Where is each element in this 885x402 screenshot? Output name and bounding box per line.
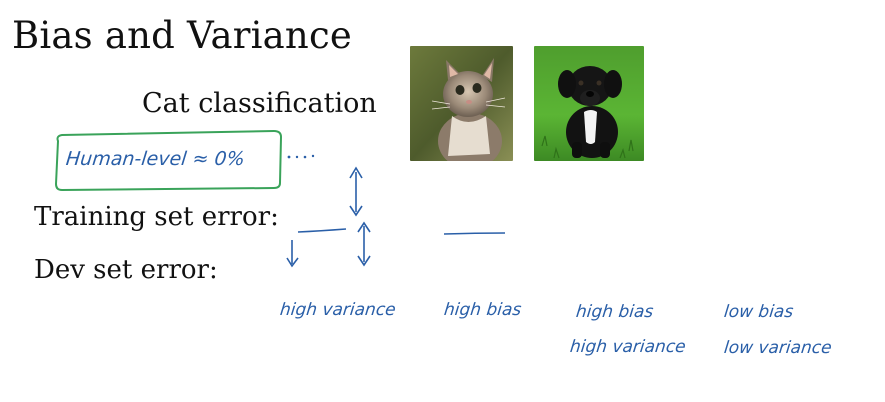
human-level-note: Human-level ≈ 0% bbox=[64, 148, 246, 170]
case-3-line-1: high bias bbox=[574, 302, 655, 322]
case-3-line-2: high variance bbox=[568, 337, 687, 357]
case-2-line-1: high bias bbox=[442, 300, 523, 320]
case-1-line-1: high variance bbox=[278, 300, 397, 320]
case-4-line-2: low variance bbox=[722, 338, 833, 358]
case-4-line-1: low bias bbox=[722, 302, 795, 322]
